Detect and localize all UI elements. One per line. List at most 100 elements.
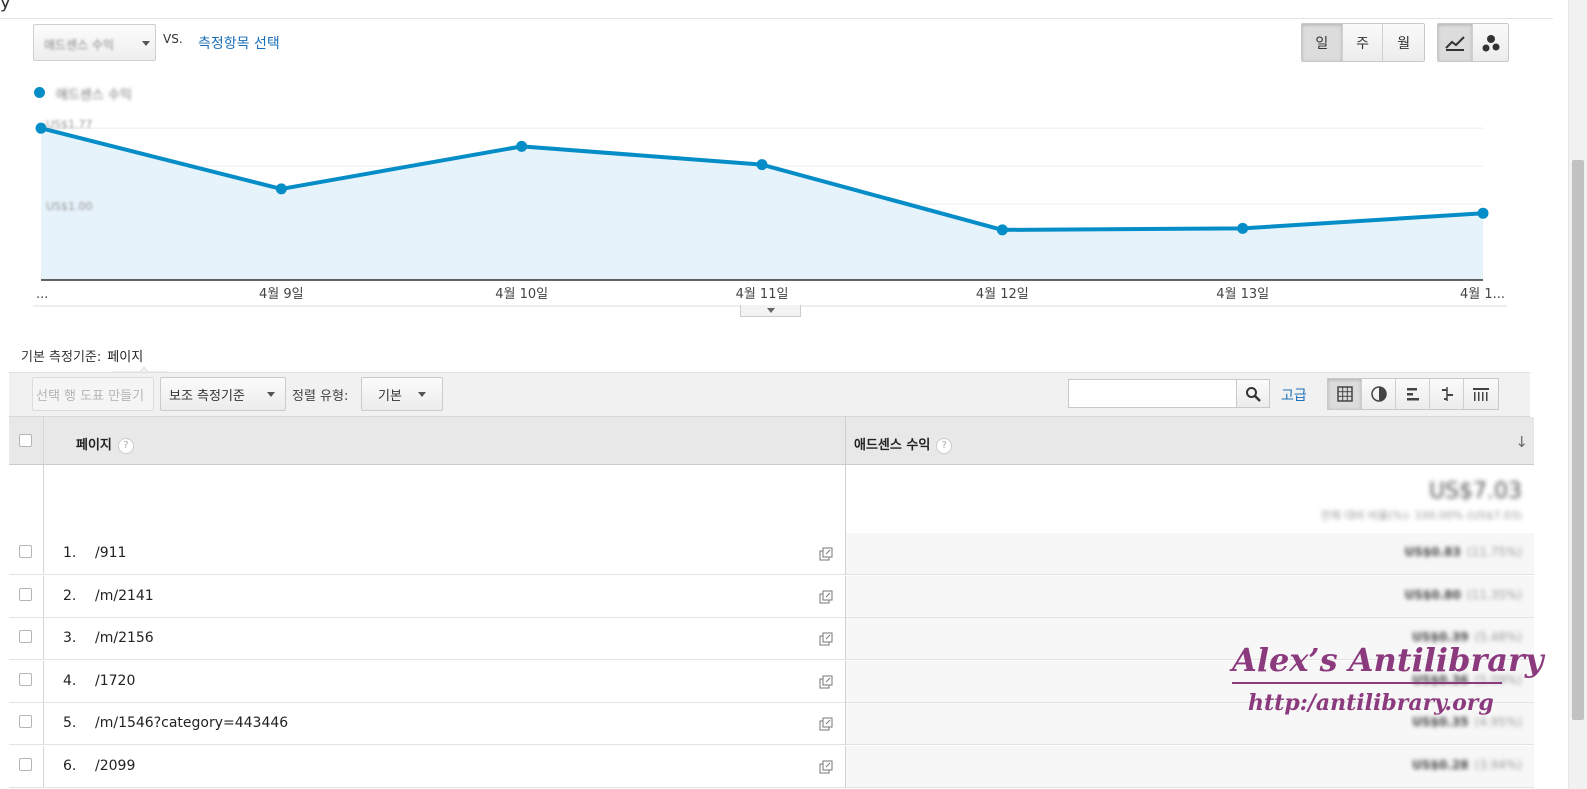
row-number: 3. <box>63 630 77 646</box>
pie-chart-icon <box>1370 386 1387 402</box>
bar-chart-icon <box>1406 388 1419 401</box>
primary-dimension-label: 기본 측정기준: <box>21 350 102 365</box>
row-checkbox[interactable] <box>19 587 32 601</box>
plot-rows-button[interactable]: 선택 행 도표 만들기 <box>32 377 154 411</box>
advanced-filter-link[interactable]: 고급 <box>1281 385 1307 405</box>
comparison-view-button[interactable] <box>1430 379 1464 409</box>
secondary-dimension-select[interactable]: 보조 측정기준 <box>160 377 286 411</box>
performance-view-button[interactable] <box>1396 379 1430 409</box>
row-check-cell <box>9 703 44 744</box>
table-row: 1. /911 US$0.83 (11.75%) <box>9 533 1534 575</box>
line-chart-button[interactable] <box>1438 24 1474 61</box>
x-tick-label: 4월 9일 <box>259 287 304 302</box>
row-check-cell <box>9 660 44 702</box>
chevron-down-icon <box>767 308 775 313</box>
x-tick-label: ... <box>36 287 48 302</box>
page-link[interactable]: /911 <box>95 545 126 561</box>
row-number: 1. <box>63 545 77 561</box>
metric-column-header[interactable]: 애드센스 수익? <box>854 434 953 454</box>
x-tick-label: 4월 12일 <box>976 287 1029 302</box>
watermark-url: http:/antilibrary.org <box>1248 690 1494 716</box>
chart-collapse-toggle[interactable] <box>740 305 801 317</box>
row-checkbox[interactable] <box>19 715 32 728</box>
table-header: 페이지? 애드센스 수익? ↓ <box>9 417 1534 465</box>
page-column-header[interactable]: 페이지? <box>76 434 134 454</box>
bubble-chart-icon <box>1482 34 1499 51</box>
row-number: 6. <box>63 757 77 774</box>
metric-column-label: 애드센스 수익 <box>854 438 931 453</box>
metric-value: US$0.80 (11.35%) <box>1405 588 1522 602</box>
choose-metric-link[interactable]: 측정항목 선택 <box>198 33 280 53</box>
motion-chart-button[interactable] <box>1473 24 1508 61</box>
row-checkbox[interactable] <box>19 757 32 771</box>
sort-type-select[interactable]: 기본 <box>361 377 443 411</box>
x-tick-label: 4월 1... <box>1460 287 1505 302</box>
page-link[interactable]: /m/1546?category=443446 <box>95 715 288 731</box>
top-bar: y <box>0 0 1553 19</box>
search-icon <box>1246 386 1261 402</box>
external-link-icon[interactable] <box>819 674 833 693</box>
data-point <box>996 224 1008 236</box>
title-fragment: y <box>0 0 11 13</box>
period-day-button[interactable]: 일 <box>1302 24 1343 61</box>
search-button[interactable] <box>1236 379 1270 408</box>
primary-dimension-value[interactable]: 페이지 <box>107 350 143 365</box>
row-check-cell <box>9 745 44 787</box>
metric-value: US$0.35 (4.95%) <box>1412 715 1522 729</box>
table-search-input[interactable] <box>1068 379 1237 408</box>
row-checkbox[interactable] <box>19 672 32 686</box>
table-view-group <box>1327 378 1499 410</box>
row-check-cell <box>9 618 44 659</box>
metric-amount: US$0.35 <box>1412 715 1469 729</box>
secondary-dimension-label: 보조 측정기준 <box>169 388 245 404</box>
scrollbar-thumb[interactable] <box>1572 160 1584 720</box>
line-chart: US$1.77 US$1.00... 4월 9일 4월 10일 4월 11일 4월 12일… <box>33 118 1507 307</box>
external-link-icon[interactable] <box>819 716 833 735</box>
page-column-label: 페이지 <box>76 438 112 453</box>
chevron-down-icon <box>142 41 150 46</box>
comparison-icon <box>1441 387 1453 401</box>
totals-check-cell <box>9 465 44 533</box>
data-point <box>1477 207 1489 219</box>
watermark: Alex’s Antilibrary http:/antilibrary.org <box>1232 640 1543 716</box>
help-icon[interactable]: ? <box>936 437 953 454</box>
page-link[interactable]: /m/2156 <box>95 630 154 646</box>
metric-select-value: 애드센스 수익 <box>44 38 115 52</box>
external-link-icon[interactable] <box>819 631 833 650</box>
page-scrollbar[interactable] <box>1568 0 1587 789</box>
primary-dimension: 기본 측정기준: 페이지 <box>21 346 143 365</box>
chevron-down-icon <box>267 392 275 397</box>
page-link[interactable]: /1720 <box>95 673 135 689</box>
select-all-checkbox[interactable] <box>19 434 32 447</box>
data-view-button[interactable] <box>1328 379 1362 409</box>
row-check-cell <box>9 533 44 574</box>
data-point <box>35 122 47 134</box>
row-checkbox[interactable] <box>19 545 32 558</box>
external-link-icon[interactable] <box>819 546 833 565</box>
data-point <box>1237 222 1249 234</box>
external-link-icon[interactable] <box>819 759 833 778</box>
pivot-view-button[interactable] <box>1464 379 1498 409</box>
row-checkbox[interactable] <box>19 630 32 643</box>
metric-percentage: (3.94%) <box>1474 757 1522 772</box>
period-month-button[interactable]: 월 <box>1383 24 1424 61</box>
sort-type-label: 정렬 유형: <box>292 389 349 404</box>
vs-label: VS. <box>163 32 183 46</box>
metric-amount: US$0.28 <box>1412 757 1469 772</box>
data-point <box>756 159 768 171</box>
external-link-icon[interactable] <box>819 589 833 608</box>
chart-type-group <box>1437 23 1509 62</box>
totals-row: US$7.03 전체 대비 비율(%): 100.00% (US$7.03) <box>9 465 1534 534</box>
metric-amount: US$0.83 <box>1404 545 1461 559</box>
period-button-group: 일 주 월 <box>1301 23 1425 62</box>
x-tick-label: 4월 10일 <box>495 287 548 302</box>
page-link[interactable]: /m/2141 <box>95 588 154 604</box>
period-week-button[interactable]: 주 <box>1342 24 1384 61</box>
data-point <box>275 183 287 195</box>
metric-select[interactable]: 애드센스 수익 <box>33 24 156 61</box>
sort-descending-icon[interactable]: ↓ <box>1515 433 1528 451</box>
help-icon[interactable]: ? <box>117 437 134 454</box>
percentage-view-button[interactable] <box>1362 379 1396 409</box>
metric-value-cell: US$0.83 (11.75%) <box>846 533 1534 574</box>
page-link[interactable]: /2099 <box>95 758 135 774</box>
